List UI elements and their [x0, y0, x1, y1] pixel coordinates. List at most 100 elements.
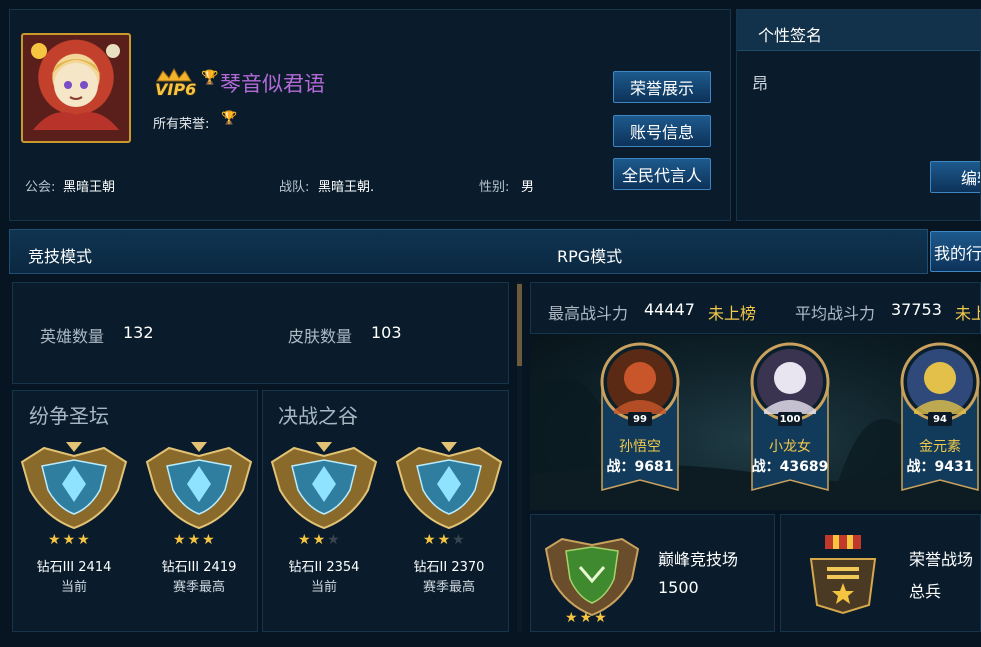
honor-display-button[interactable]: 荣誉展示	[613, 71, 711, 103]
counts-panel: 英雄数量 132 皮肤数量 103	[12, 282, 509, 384]
honor-medal-icon	[809, 535, 877, 615]
diamond-rank-icon	[395, 442, 503, 530]
rank-subcaption: 赛季最高	[172, 580, 225, 595]
hero-showcase: 99 孙悟空战：9681 100 小龙女战：43689 94 金元素战：9431	[530, 335, 981, 510]
honors-label: 所有荣誉:	[153, 117, 210, 132]
rank-subcaption: 赛季最高	[422, 580, 475, 595]
star-icon: ★	[187, 532, 201, 548]
star-icon: ★	[327, 532, 340, 548]
vip-label: VIP6	[155, 80, 197, 99]
hero-power: 战：9681	[606, 459, 674, 475]
guild-label: 公会:	[25, 180, 56, 195]
vip-badge: VIP6	[151, 67, 197, 99]
peak-arena-shield-icon	[544, 537, 640, 617]
gender-label: 性别:	[479, 180, 510, 195]
rank-caption: 钻石II 2370	[413, 560, 485, 575]
signature-header: 个性签名	[737, 10, 980, 51]
rank-emblem: ★ ★ ★ 钻石III 2419 赛季最高	[139, 440, 259, 600]
star-icon: ★	[452, 532, 465, 548]
trophy-icon: 🏆	[201, 70, 219, 86]
hero-count-value: 132	[123, 323, 154, 342]
rank-stars: ★ ★ ★	[173, 532, 215, 548]
rank-emblem: ★ ★ ★ 钻石III 2414 当前	[14, 440, 134, 600]
diamond-rank-icon	[145, 442, 253, 530]
hero-level: 94	[933, 414, 947, 425]
section-title: 纷争圣坛	[29, 404, 109, 428]
avg-power-rank: 未上	[955, 304, 980, 323]
max-power-label: 最高战斗力	[548, 304, 629, 323]
guild-value: 黑暗王朝	[63, 180, 116, 195]
star-icon: ★	[62, 532, 76, 548]
team-label: 战队:	[279, 180, 310, 195]
scrollbar-track[interactable]	[517, 282, 522, 632]
rank-caption: 钻石III 2414	[36, 560, 112, 575]
mode-tab-bar: 竞技模式 RPG模式	[9, 229, 928, 274]
avg-power-value: 37753	[891, 300, 942, 319]
peak-stars: ★ ★ ★	[565, 610, 607, 626]
hero-name: 金元素	[919, 439, 961, 455]
rank-caption: 钻石III 2419	[161, 560, 237, 575]
signature-panel: 个性签名 昂 编辑	[736, 9, 981, 221]
star-icon: ★	[594, 610, 607, 626]
honor-field-title: 荣誉战场	[909, 550, 974, 569]
star-icon: ★	[77, 532, 90, 548]
hero-power: 战：43689	[751, 459, 829, 475]
scrollbar-thumb[interactable]	[517, 284, 522, 366]
avg-power-label: 平均战斗力	[795, 304, 876, 323]
team-value: 黑暗王朝.	[318, 180, 375, 195]
hero-name: 小龙女	[769, 439, 811, 455]
section-title: 决战之谷	[278, 404, 358, 428]
my-button-label: 我的行	[934, 243, 981, 263]
account-info-button[interactable]: 账号信息	[613, 115, 711, 147]
tab-arena-mode[interactable]: 竞技模式	[28, 243, 92, 267]
hero-level: 100	[779, 414, 801, 425]
honor-field-value: 总兵	[909, 582, 942, 601]
tab-rpg-mode[interactable]: RPG模式	[557, 243, 622, 267]
skin-count-value: 103	[371, 323, 402, 342]
peak-arena-panel: ★ ★ ★ 巅峰竞技场 1500	[530, 514, 775, 632]
star-icon: ★	[48, 532, 61, 548]
star-icon: ★	[565, 610, 578, 626]
skin-count-label: 皮肤数量	[288, 327, 353, 346]
hero-card[interactable]: 100 小龙女战：43689	[740, 340, 840, 500]
spokesperson-button[interactable]: 全民代言人	[613, 158, 711, 190]
rank-subcaption: 当前	[60, 580, 87, 595]
peak-arena-title: 巅峰竞技场	[658, 550, 739, 569]
star-icon: ★	[202, 532, 215, 548]
honor-field-panel: 荣誉战场 总兵	[780, 514, 981, 632]
edit-signature-button[interactable]: 编辑	[930, 161, 980, 193]
player-name: 琴音似君语	[220, 72, 325, 96]
profile-panel: VIP6 🏆 琴音似君语 所有荣誉: 🏆 公会: 黑暗王朝 战队: 黑暗王朝. …	[9, 9, 731, 221]
signature-text: 昂	[752, 74, 769, 93]
max-power-rank: 未上榜	[708, 304, 757, 323]
hero-portrait-icon	[31, 43, 120, 130]
diamond-rank-icon	[20, 442, 128, 530]
honor-trophy-icon[interactable]: 🏆	[221, 111, 237, 126]
rank-caption: 钻石II 2354	[288, 560, 360, 575]
star-icon: ★	[173, 532, 186, 548]
power-panel: 最高战斗力 44447 未上榜 平均战斗力 37753 未上	[530, 282, 981, 334]
hero-level: 99	[633, 414, 647, 425]
star-icon: ★	[423, 532, 436, 548]
diamond-rank-icon	[270, 442, 378, 530]
hero-card[interactable]: 99 孙悟空战：9681	[590, 340, 690, 500]
gender-value: 男	[521, 180, 535, 195]
rank-stars: ★ ★ ★	[298, 532, 340, 548]
star-icon: ★	[437, 532, 451, 548]
rank-emblem: ★ ★ ★ 钻石II 2354 当前	[264, 440, 384, 600]
star-icon: ★	[579, 610, 593, 626]
avatar[interactable]	[21, 33, 131, 143]
rank-stars: ★ ★ ★	[423, 532, 465, 548]
signature-title: 个性签名	[758, 26, 823, 45]
peak-arena-value: 1500	[658, 578, 699, 597]
rank-stars: ★ ★ ★	[48, 532, 90, 548]
rank-subcaption: 当前	[310, 580, 337, 595]
hero-count-label: 英雄数量	[40, 327, 105, 346]
my-button[interactable]: 我的行	[930, 231, 981, 272]
hero-card[interactable]: 94 金元素战：9431	[890, 340, 981, 500]
rank-emblem: ★ ★ ★ 钻石II 2370 赛季最高	[389, 440, 509, 600]
star-icon: ★	[312, 532, 326, 548]
max-power-value: 44447	[644, 300, 695, 319]
hero-name: 孙悟空	[619, 439, 661, 455]
hero-power: 战：9431	[906, 459, 974, 475]
